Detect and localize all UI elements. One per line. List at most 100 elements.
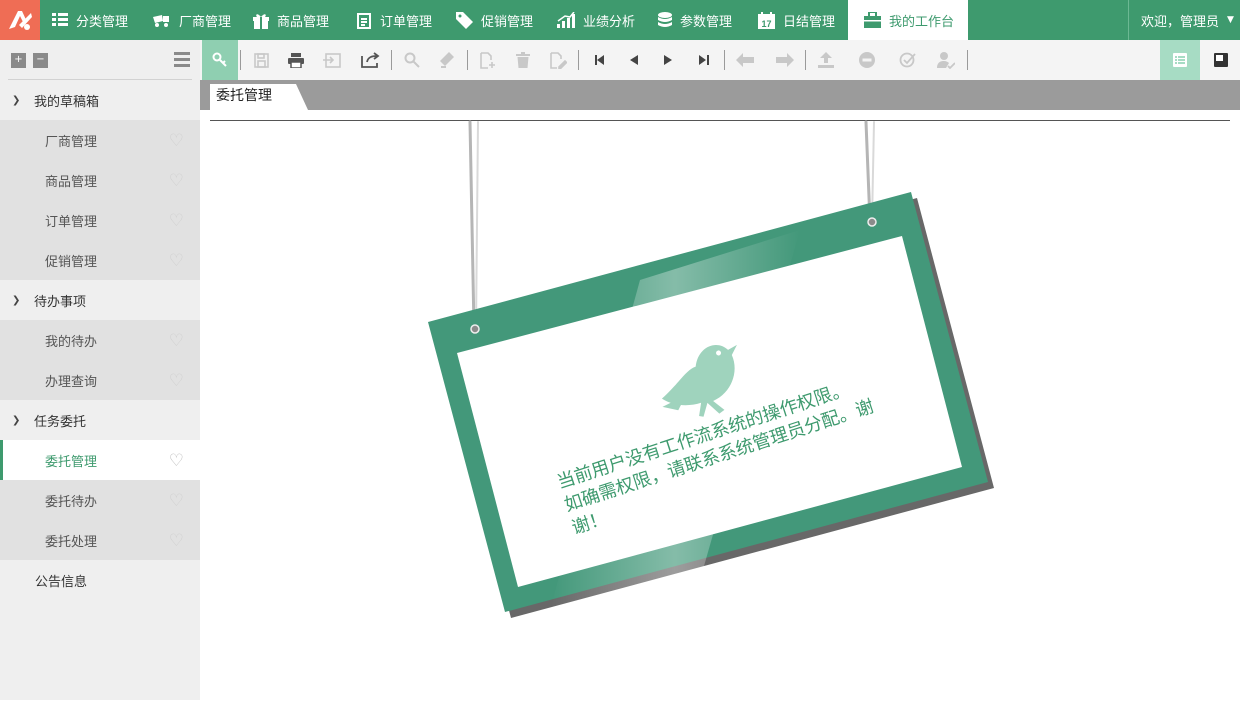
nav-label: 我的工作台 [889,14,955,30]
sidebar-item-vendor-drafts[interactable]: 厂商管理 ♡ [0,120,200,160]
edit-button[interactable] [540,40,576,80]
export-icon [361,52,380,68]
approve-button[interactable] [889,40,925,80]
hanging-strings [468,120,875,330]
key-search-button[interactable] [202,40,238,80]
nav-promotion-management[interactable]: 促销管理 [456,0,533,40]
print-button[interactable] [278,40,314,80]
item-label: 促销管理 [45,254,98,270]
menu-icon[interactable] [174,52,190,70]
sidebar-group-drafts[interactable]: ❯ 我的草稿箱 [0,80,200,120]
sidebar-tools: + − [8,40,192,80]
arrow-left-icon [736,53,754,67]
heart-icon[interactable]: ♡ [169,531,184,551]
nav-category-management[interactable]: 分类管理 [52,0,128,40]
user-menu[interactable]: 欢迎，管理员 ▼ [1128,0,1240,40]
item-label: 商品管理 [45,174,98,190]
sidebar-item-my-todo[interactable]: 我的待办 ♡ [0,320,200,360]
sidebar-item-handle-query[interactable]: 办理查询 ♡ [0,360,200,400]
save-button[interactable] [243,40,279,80]
toolbar-separator [578,50,579,70]
toolbar-separator [391,50,392,70]
tab-strip: 委托管理 [200,80,1240,110]
search-icon [404,52,420,68]
nav-daily-settlement[interactable]: 17 日结管理 [758,0,835,40]
heart-icon[interactable]: ♡ [169,491,184,511]
group-label: 待办事项 [34,294,87,310]
sidebar-item-delegation-todo[interactable]: 委托待办 ♡ [0,480,200,520]
nav-label: 参数管理 [680,14,733,30]
sidebar-group-todo[interactable]: ❯ 待办事项 [0,280,200,320]
card-view-button[interactable] [1202,40,1240,80]
back-button[interactable] [727,40,763,80]
expand-all-icon: + [14,54,23,65]
heart-icon[interactable]: ♡ [169,171,184,191]
nav-label: 业绩分析 [583,14,636,30]
nav-product-management[interactable]: 商品管理 [253,0,329,40]
sign-panel [457,236,962,587]
import-button[interactable] [314,40,350,80]
check-circle-icon [899,52,916,68]
sidebar-item-announcements[interactable]: 公告信息 [0,560,200,600]
card-view-icon [1214,53,1228,67]
heart-icon[interactable]: ♡ [169,211,184,231]
item-label: 厂商管理 [45,134,98,150]
heart-icon[interactable]: ♡ [169,371,184,391]
nav-parameter-management[interactable]: 参数管理 [658,0,732,40]
prev-page-button[interactable] [616,40,652,80]
tab-label: 委托管理 [216,88,272,104]
app-logo[interactable] [0,0,40,40]
upload-button[interactable] [808,40,844,80]
assign-button[interactable] [928,40,964,80]
item-label: 我的待办 [45,334,98,350]
add-button[interactable] [470,40,506,80]
forward-button[interactable] [767,40,803,80]
briefcase-icon [864,12,881,28]
expand-all-button[interactable]: + [11,53,26,68]
heart-icon[interactable]: ♡ [169,331,184,351]
heart-icon[interactable]: ♡ [169,451,184,471]
arrow-right-icon [776,53,794,67]
sidebar-item-order-drafts[interactable]: 订单管理 ♡ [0,200,200,240]
list-view-button[interactable] [1160,40,1200,80]
nav-label: 分类管理 [76,14,129,30]
item-label: 订单管理 [45,214,98,230]
nav-label: 日结管理 [783,14,836,30]
nav-order-management[interactable]: 订单管理 [356,0,432,40]
search-button[interactable] [394,40,430,80]
nav-performance-analysis[interactable]: 业绩分析 [557,0,635,40]
permission-message: 当前用户没有工作流系统的操作权限。 如确需权限，请联系系统管理员分配。谢谢！ [554,367,900,541]
nav-vendor-management[interactable]: 厂商管理 [153,0,231,40]
clear-button[interactable] [429,40,465,80]
minus-circle-icon [859,52,875,68]
sidebar-item-delegation-processing[interactable]: 委托处理 ♡ [0,520,200,560]
sidebar-item-product-drafts[interactable]: 商品管理 ♡ [0,160,200,200]
first-page-button[interactable] [582,40,618,80]
delete-button[interactable] [505,40,541,80]
user-assign-icon [937,51,955,69]
sidebar-item-promotion-drafts[interactable]: 促销管理 ♡ [0,240,200,280]
permission-message-line2: 如确需权限，请联系系统管理员分配。谢谢！ [561,395,877,539]
export-button[interactable] [353,40,389,80]
sidebar-item-delegation-management[interactable]: 委托管理 ♡ [0,440,200,480]
tag-icon [456,11,473,29]
sidebar-group-delegation[interactable]: ❯ 任务委托 [0,400,200,440]
toolbar [200,40,1240,80]
eraser-icon [440,52,454,68]
last-page-button[interactable] [686,40,722,80]
edit-doc-icon [549,51,567,69]
nav-label: 厂商管理 [179,14,232,30]
heart-icon[interactable]: ♡ [169,251,184,271]
content-divider [210,120,1230,121]
permission-message-line1: 当前用户没有工作流系统的操作权限。 [554,378,853,494]
tab-delegation-management[interactable]: 委托管理 [210,84,308,110]
next-page-button[interactable] [650,40,686,80]
collapse-all-button[interactable]: − [33,53,48,68]
add-doc-icon [480,51,495,69]
disable-button[interactable] [849,40,885,80]
bird-icon [661,344,737,417]
import-icon [323,52,341,68]
grid-icon [52,13,68,26]
heart-icon[interactable]: ♡ [169,131,184,151]
nav-my-workbench[interactable]: 我的工作台 [848,0,968,40]
